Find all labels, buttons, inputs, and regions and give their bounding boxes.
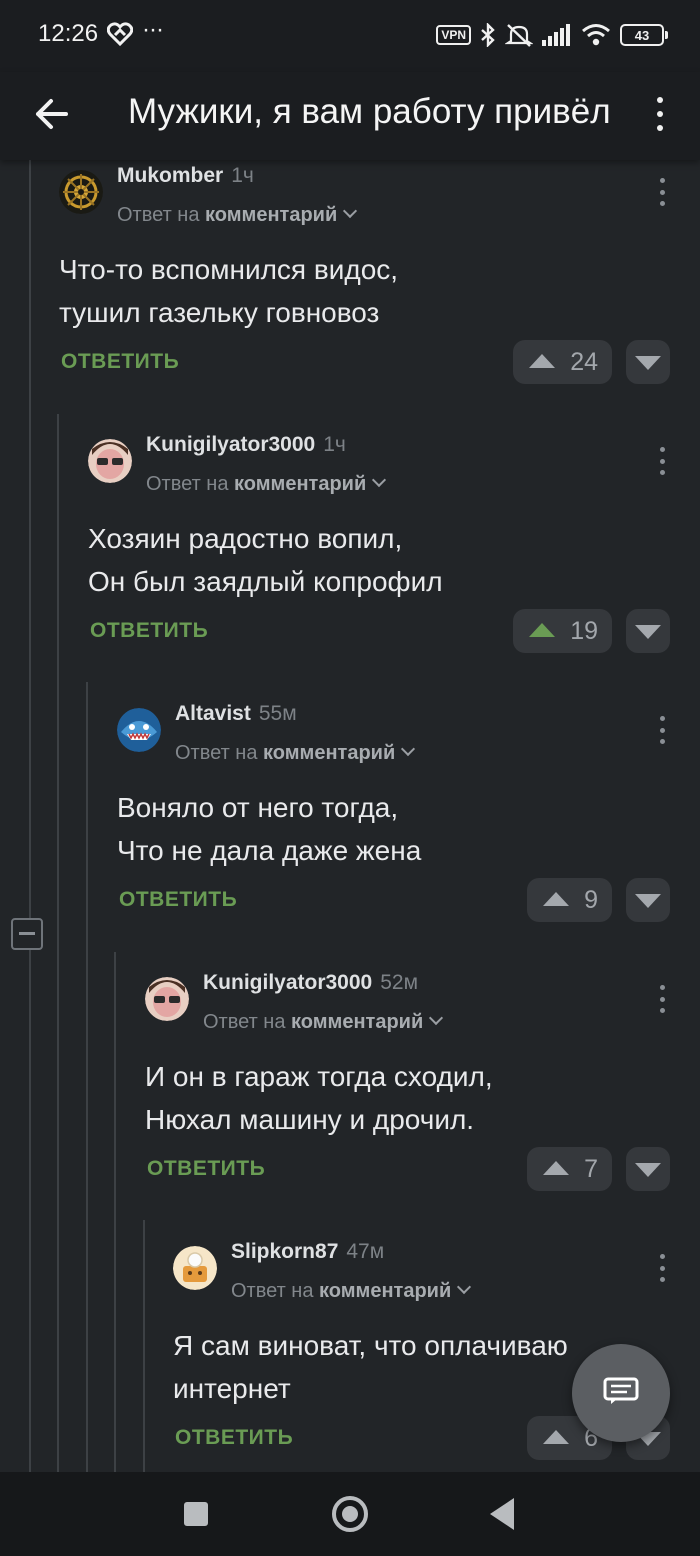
more-notifications-icon: ··· [142, 16, 164, 43]
status-bar: 12:26 ··· VPN 43 [0, 0, 700, 72]
upvote-button[interactable]: 9 [527, 878, 612, 922]
reply-to-link[interactable]: Ответ на комментарий [231, 1279, 472, 1303]
back-arrow-icon[interactable] [30, 92, 74, 136]
back-icon[interactable] [490, 1498, 514, 1530]
chevron-down-icon [429, 1010, 444, 1026]
comment-menu-icon[interactable] [658, 1254, 666, 1282]
write-comment-button[interactable] [572, 1344, 670, 1442]
comment-text: Что-то вспомнился видос, тушил газельку г… [59, 254, 399, 328]
chevron-down-icon [343, 203, 358, 219]
comment-author[interactable]: Kunigilyator3000 52м [203, 971, 418, 995]
reply-to-link[interactable]: Ответ на комментарий [146, 472, 387, 496]
comment-time: 52м [380, 971, 419, 994]
chevron-down-icon [372, 472, 387, 488]
status-time: 12:26 [38, 20, 99, 47]
chevron-down-icon [401, 741, 416, 757]
vpn-icon: VPN [436, 25, 471, 45]
app-notification-icon [107, 22, 133, 46]
comment-text: Я сам виноват, что оплачиваю интернет [173, 1330, 568, 1404]
comment-author[interactable]: Kunigilyator3000 1ч [146, 433, 346, 457]
comment: Kunigilyator3000 1ч Ответ на комментарий … [88, 429, 670, 669]
reply-button[interactable]: ОТВЕТИТЬ [61, 350, 179, 374]
thread-line [57, 414, 59, 1472]
wifi-icon [582, 24, 610, 46]
downvote-button[interactable] [626, 1147, 670, 1191]
comment-author[interactable]: Mukomber 1ч [117, 164, 254, 188]
reply-to-link[interactable]: Ответ на комментарий [175, 741, 416, 765]
vote-count: 7 [584, 1154, 598, 1183]
upvote-button[interactable]: 7 [527, 1147, 612, 1191]
comment-menu-icon[interactable] [658, 178, 666, 206]
arrow-up-icon [529, 623, 555, 637]
comment-time: 55м [258, 702, 297, 725]
comment-menu-icon[interactable] [658, 985, 666, 1013]
comment: Altavist 55м Ответ на комментарий Воняло … [117, 698, 670, 938]
arrow-up-icon [543, 1161, 569, 1175]
reply-to-link[interactable]: Ответ на комментарий [117, 203, 358, 227]
vote-count: 9 [584, 885, 598, 914]
collapse-thread-button[interactable] [11, 918, 43, 950]
reply-button[interactable]: ОТВЕТИТЬ [90, 619, 208, 643]
comment-time: 1ч [231, 164, 254, 187]
overflow-menu-icon[interactable] [650, 94, 670, 134]
vote-count: 19 [570, 616, 598, 645]
reply-button[interactable]: ОТВЕТИТЬ [175, 1426, 293, 1450]
status-icons: VPN 43 [436, 22, 668, 48]
vote-count: 24 [570, 347, 598, 376]
avatar[interactable] [145, 977, 189, 1021]
comment-text: Воняло от него тогда, Что не дала даже же… [117, 792, 422, 866]
comment-menu-icon[interactable] [658, 716, 666, 744]
reply-button[interactable]: ОТВЕТИТЬ [147, 1157, 265, 1181]
comment-text: И он в гараж тогда сходил, Нюхал машину и… [145, 1061, 493, 1135]
post-title: Мужики, я вам работу привёл [128, 92, 611, 131]
comment: Kunigilyator3000 52м Ответ на комментарий… [145, 967, 670, 1207]
comment: Mukomber 1ч Ответ на комментарий Что-то в… [59, 160, 670, 400]
comment-icon [603, 1377, 639, 1404]
downvote-button[interactable] [626, 609, 670, 653]
thread-line [143, 1220, 145, 1472]
comment-time: 47м [346, 1240, 385, 1263]
avatar[interactable] [173, 1246, 217, 1290]
recents-icon[interactable] [184, 1502, 208, 1526]
signal-icon [542, 24, 570, 46]
downvote-button[interactable] [626, 340, 670, 384]
mute-icon [505, 24, 533, 47]
comment-menu-icon[interactable] [658, 447, 666, 475]
thread-line [114, 952, 116, 1472]
system-nav-bar [0, 1472, 700, 1556]
comment-text: Хозяин радостно вопил, Он был заядлый коп… [88, 523, 443, 597]
thread-line [29, 160, 31, 1472]
chevron-down-icon [457, 1279, 472, 1295]
app-bar: Мужики, я вам работу привёл [0, 72, 700, 160]
arrow-up-icon [543, 892, 569, 906]
arrow-up-icon [543, 1430, 569, 1444]
reply-button[interactable]: ОТВЕТИТЬ [119, 888, 237, 912]
reply-to-link[interactable]: Ответ на комментарий [203, 1010, 444, 1034]
upvote-button[interactable]: 24 [513, 340, 612, 384]
avatar[interactable] [117, 708, 161, 752]
avatar[interactable] [88, 439, 132, 483]
downvote-button[interactable] [626, 878, 670, 922]
battery-icon: 43 [620, 24, 668, 46]
comment-author[interactable]: Slipkorn87 47м [231, 1240, 384, 1264]
comment-time: 1ч [323, 433, 346, 456]
home-icon[interactable] [332, 1496, 368, 1532]
comment-author[interactable]: Altavist 55м [175, 702, 297, 726]
thread-line [86, 682, 88, 1472]
arrow-up-icon [529, 354, 555, 368]
avatar[interactable] [59, 170, 103, 214]
upvote-button[interactable]: 19 [513, 609, 612, 653]
bluetooth-icon [481, 23, 495, 47]
comments-list[interactable]: Mukomber 1ч Ответ на комментарий Что-то в… [0, 160, 700, 1472]
